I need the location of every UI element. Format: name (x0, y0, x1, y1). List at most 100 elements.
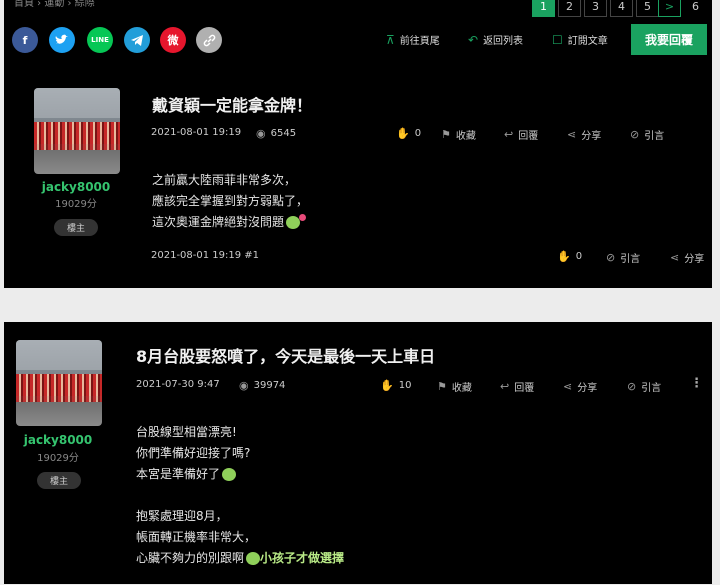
collect-button[interactable]: ⚑ 收藏 (441, 127, 476, 142)
collect-label: 收藏 (455, 131, 476, 142)
copy-link-icon[interactable] (196, 27, 222, 53)
post-title: 戴資穎一定能拿金牌！ (152, 96, 313, 115)
body-line: 帳面轉正機率非常大， (136, 530, 257, 544)
body-line: 你們準備好迎接了嗎? (136, 446, 251, 460)
footer-quote-label: 引言 (620, 254, 641, 265)
view-count: ◉ 6545 (256, 127, 296, 140)
author-name[interactable]: jacky8000 (26, 180, 126, 194)
post-footer-date: 2021-08-01 19:19 #1 (151, 250, 259, 261)
money-face-icon (222, 468, 237, 481)
post-body: 台股線型相當漂亮! 你們準備好迎接了嗎? 本宮是準備好了 抱緊處理迎8月， 帳面… (136, 422, 344, 569)
sticker-icon (246, 552, 261, 565)
reply-link[interactable]: ↩ 回覆 (500, 379, 534, 394)
twitter-bird-icon (55, 34, 68, 44)
reply-label: 回覆 (514, 383, 535, 394)
body-line (136, 485, 344, 506)
post-date-text: 2021-08-01 19:19 (151, 127, 242, 138)
weibo-glyph: 微 (167, 34, 179, 47)
share-label: 分享 (581, 131, 602, 142)
link-chain-icon (203, 34, 215, 46)
body-line: 本宮是準備好了 (136, 464, 344, 485)
post-title: 8月台股要怒噴了，今天是最後一天上車日 (136, 347, 436, 366)
collect-button[interactable]: ⚑ 收藏 (437, 379, 472, 394)
footer-like-button[interactable]: ✋ 0 (557, 250, 582, 263)
quote-link[interactable]: ⊘ 引言 (627, 379, 661, 394)
hand-icon: ✋ (380, 379, 394, 392)
avatar[interactable] (16, 340, 102, 426)
quote-link-icon: ⊘ (630, 128, 640, 141)
hand-icon: ✋ (557, 250, 571, 263)
sticker-icon (286, 214, 307, 229)
author-name[interactable]: jacky8000 (8, 433, 108, 447)
go-bottom-label: 前往頁尾 (399, 36, 440, 47)
more-options-icon[interactable]: ⋮ (690, 376, 703, 391)
reply-arrow-icon: ↩ (504, 128, 514, 141)
like-count: 10 (398, 380, 412, 391)
like-button[interactable]: ✋ 0 (396, 127, 421, 140)
breadcrumb[interactable]: 首頁 › 運動 › 綜際 (14, 0, 95, 9)
quote-link-icon: ⊘ (606, 251, 616, 264)
go-bottom-link[interactable]: ⊼ 前往頁尾 (386, 32, 440, 48)
body-line: 應該完全掌握到對方弱點了， (152, 194, 309, 208)
share-link[interactable]: ⋖ 分享 (563, 379, 597, 394)
subscribe-label: 訂閱文章 (567, 36, 608, 47)
author-points: 19029分 (37, 453, 79, 464)
view-count: ◉ 39974 (239, 379, 285, 392)
facebook-share-icon[interactable]: f (12, 27, 38, 53)
post-body: 之前贏大陸雨菲非常多次， 應該完全掌握到對方弱點了， 這次奧運金牌絕對沒問題 (152, 170, 308, 233)
post-panel-1: 首頁 › 運動 › 綜際 f LINE 微 1 2 3 4 5 > 6 ⊼ 前往… (4, 0, 712, 288)
reply-button[interactable]: 我要回覆 (631, 24, 707, 55)
author-points: 19029分 (55, 199, 97, 210)
share-label: 分享 (577, 383, 598, 394)
share-icon: ⋖ (670, 251, 680, 264)
share-link[interactable]: ⋖ 分享 (567, 127, 601, 142)
back-to-list-link[interactable]: ↶ 返回列表 (468, 32, 524, 48)
quote-label: 引言 (641, 383, 662, 394)
page-4-button[interactable]: 4 (610, 0, 633, 17)
footer-like-count: 0 (575, 251, 583, 262)
post-date: 2021-07-30 9:47 (136, 379, 220, 390)
footer-quote-link[interactable]: ⊘ 引言 (606, 250, 640, 265)
body-line-text: 這次奧運金牌絕對沒問題 (152, 215, 285, 229)
page-1-button[interactable]: 1 (532, 0, 555, 17)
hand-icon: ✋ (396, 127, 410, 140)
quote-link[interactable]: ⊘ 引言 (630, 127, 664, 142)
footer-share-link[interactable]: ⋖ 分享 (670, 250, 704, 265)
post-date: 2021-08-01 19:19 (151, 127, 241, 138)
next-page-button[interactable]: > (658, 0, 681, 17)
page-5-button[interactable]: 5 (636, 0, 659, 17)
role-badge: 樓主 (54, 219, 98, 236)
avatar[interactable] (34, 88, 120, 174)
bookmark-icon: ⚑ (441, 128, 451, 141)
eye-icon: ◉ (256, 127, 266, 140)
weibo-share-icon[interactable]: 微 (160, 27, 186, 53)
post-date-text: 2021-07-30 9:47 (136, 379, 220, 390)
line-share-icon[interactable]: LINE (87, 27, 113, 53)
body-line: 心臟不夠力的別跟啊 小孩子才做選擇 (136, 548, 344, 569)
return-icon: ↶ (468, 32, 479, 47)
reply-link[interactable]: ↩ 回覆 (504, 127, 538, 142)
telegram-plane-icon (130, 34, 143, 46)
twitter-share-icon[interactable] (49, 27, 75, 53)
telegram-share-icon[interactable] (124, 27, 150, 53)
body-line-text: 心臟不夠力的別跟啊 (136, 551, 245, 565)
eye-icon: ◉ (239, 379, 249, 392)
reply-label: 回覆 (518, 131, 539, 142)
back-to-list-label: 返回列表 (483, 36, 524, 47)
like-button[interactable]: ✋ 10 (380, 379, 411, 392)
body-line: 這次奧運金牌絕對沒問題 (152, 212, 308, 233)
view-count-text: 6545 (270, 128, 297, 139)
floor-text: 2021-08-01 19:19 #1 (151, 250, 260, 261)
post-panel-2: jacky8000 19029分 樓主 8月台股要怒噴了，今天是最後一天上車日 … (4, 322, 712, 584)
page-2-button[interactable]: 2 (558, 0, 581, 17)
body-line: 抱緊處理迎8月， (136, 509, 228, 523)
subscribe-link[interactable]: ☐ 訂閱文章 (552, 32, 608, 48)
page-6-button[interactable]: 6 (684, 0, 707, 17)
share-icon: ⋖ (567, 128, 577, 141)
subscribe-icon: ☐ (552, 32, 563, 47)
body-line: 之前贏大陸雨菲非常多次， (152, 173, 297, 187)
line-label: LINE (91, 36, 109, 44)
sticker-caption: 小孩子才做選擇 (260, 551, 345, 565)
page-3-button[interactable]: 3 (584, 0, 607, 17)
view-count-text: 39974 (253, 380, 286, 391)
